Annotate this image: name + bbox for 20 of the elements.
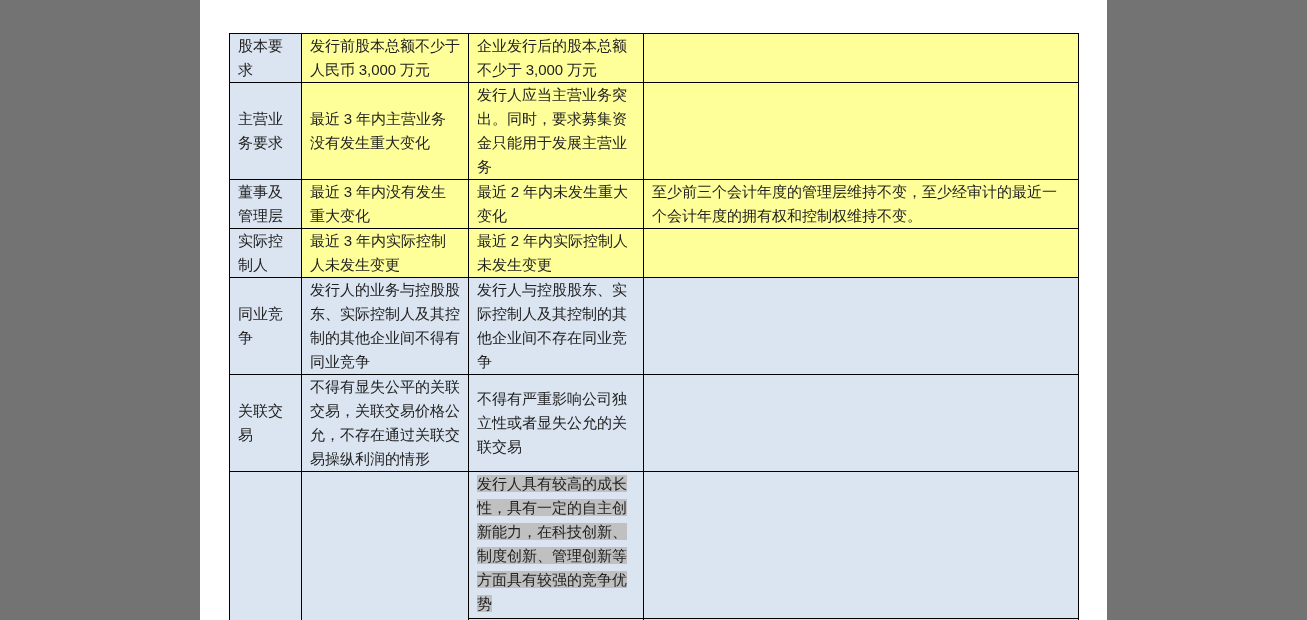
table-cell: 发行人的业务与控股股东、实际控制人及其控制的其他企业间不得有同业竞争 [301, 277, 468, 375]
table-cell: 最近 3 年内实际控制人未发生变更 [301, 228, 468, 278]
table-cell: 最近 3 年内主营业务没有发生重大变化 [301, 82, 468, 180]
table-cell: 发行人与控股股东、实际控制人及其控制的其他企业间不存在同业竞争 [468, 277, 643, 375]
table-cell: 发行人应当主营业务突出。同时，要求募集资金只能用于发展主营业务 [468, 82, 643, 180]
row-label-cell: 同业竞争 [229, 277, 301, 375]
table-cell: 不得有显失公平的关联交易，关联交易价格公允，不存在通过关联交易操纵利润的情形 [301, 374, 468, 472]
row-label-cell: 股本要求 [229, 33, 301, 83]
row-label-cell: 董事及管理层 [229, 179, 301, 229]
row-label-cell: 关联交易 [229, 374, 301, 472]
table-cell: 发行前股本总额不少于人民币 3,000 万元 [301, 33, 468, 83]
table-cell: 最近 2 年内未发生重大变化 [468, 179, 643, 229]
row-label-cell: 实际控制人 [229, 228, 301, 278]
table-cell: 最近 2 年内实际控制人未发生变更 [468, 228, 643, 278]
row-label-cell: 主营业务要求 [229, 82, 301, 180]
table-cell: 至少前三个会计年度的管理层维持不变，至少经审计的最近一个会计年度的拥有权和控制权维持不变。 [643, 179, 1078, 229]
table-cell: 发行人具有较高的成长性，具有一定的自主创新能力，在科技创新、制度创新、管理创新等方面具有较强的竞争优势 [468, 471, 643, 619]
table-cell: 最近 3 年内没有发生重大变化 [301, 179, 468, 229]
table-cell: 不得有严重影响公司独立性或者显失公允的关联交易 [468, 374, 643, 472]
table-cell: 企业发行后的股本总额不少于 3,000 万元 [468, 33, 643, 83]
